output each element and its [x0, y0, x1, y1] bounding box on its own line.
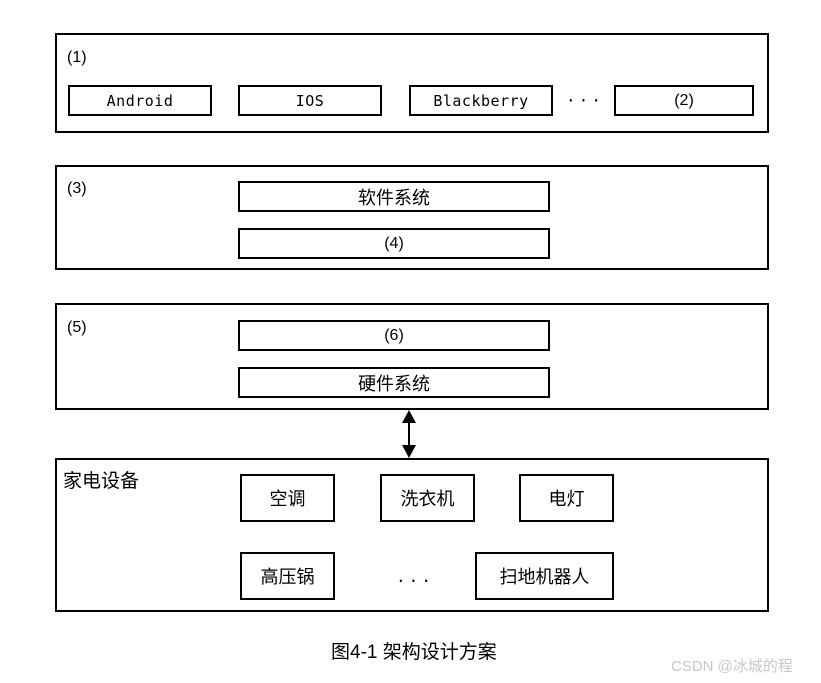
box-pressure-cooker[interactable]: 高压锅	[240, 552, 335, 600]
box-software-system[interactable]: 软件系统	[238, 181, 550, 212]
panel-os-layer	[55, 33, 769, 133]
panel-software-layer-label: (3)	[67, 180, 87, 197]
box-ios[interactable]: IOS	[238, 85, 382, 116]
box-washing-machine[interactable]: 洗衣机	[380, 474, 475, 522]
panel-hardware-layer-label: (5)	[67, 319, 87, 336]
box-hardware-placeholder-6[interactable]: (6)	[238, 320, 550, 351]
figure-caption: 图4-1 架构设计方案	[331, 642, 497, 663]
box-robot-vacuum[interactable]: 扫地机器人	[475, 552, 614, 600]
os-layer-ellipsis: ···	[566, 91, 604, 110]
box-android[interactable]: Android	[68, 85, 212, 116]
bidirectional-arrow-icon	[397, 410, 421, 458]
csdn-watermark: CSDN @冰城的程	[671, 658, 793, 675]
box-blackberry[interactable]: Blackberry	[409, 85, 553, 116]
box-os-placeholder-2[interactable]: (2)	[614, 85, 754, 116]
box-lamp[interactable]: 电灯	[519, 474, 614, 522]
box-software-placeholder-4[interactable]: (4)	[238, 228, 550, 259]
panel-os-layer-label: (1)	[67, 49, 87, 66]
figure-canvas: (1) Android IOS Blackberry ··· (2) (3) 软…	[0, 0, 821, 683]
panel-appliance-layer-label: 家电设备	[63, 471, 140, 492]
box-hardware-system[interactable]: 硬件系统	[238, 367, 550, 398]
box-air-conditioner[interactable]: 空调	[240, 474, 335, 522]
appliance-layer-ellipsis: ...	[396, 566, 434, 586]
